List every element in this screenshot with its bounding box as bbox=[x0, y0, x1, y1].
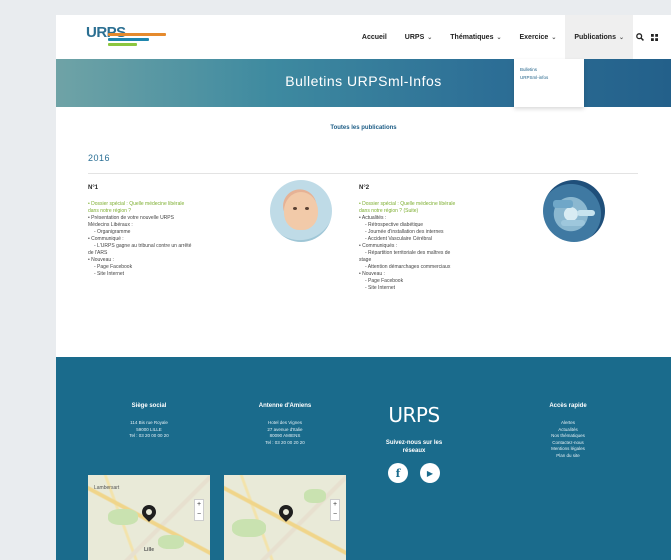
bulletin-line: - L'URPS gagne au tribunal contre un arr… bbox=[94, 243, 192, 249]
site-logo[interactable]: URPS bbox=[86, 24, 168, 50]
bulletin-line: - Journée d'installation des internes bbox=[365, 229, 444, 235]
chevron-down-icon: ⌄ bbox=[427, 34, 433, 41]
dossier-link[interactable]: • Dossier spécial : Quelle médecine libé… bbox=[88, 201, 268, 208]
bulletin-line: - Site Internet bbox=[94, 271, 125, 277]
chevron-down-icon: ⌄ bbox=[618, 34, 624, 41]
bulletin-line: • Communiqué : bbox=[88, 236, 124, 242]
main-nav: Accueil URPS ⌄ Thématiques ⌄ Exercice ⌄ Pub… bbox=[353, 15, 671, 59]
dossier-link[interactable]: • Dossier spécial : Quelle médecine libé… bbox=[359, 201, 539, 208]
dropdown-item-bulletins[interactable]: Bulletins bbox=[520, 66, 578, 74]
bulletin-2-image[interactable] bbox=[543, 180, 605, 242]
bulletin-line: - Page Facebook bbox=[365, 278, 404, 284]
bulletin-line: • Présentation de votre nouvelle URPS bbox=[88, 215, 174, 221]
bulletin-line: • Actualités : bbox=[359, 215, 387, 221]
map-city-label: Lille bbox=[144, 547, 155, 553]
all-publications-link[interactable]: Toutes les publications bbox=[56, 125, 671, 131]
map-city-label: Lambersart bbox=[94, 485, 120, 491]
map-lille[interactable]: Lambersart Lille + − bbox=[88, 475, 210, 560]
site-header: URPS Accueil URPS ⌄ Thématiques ⌄ Exercice… bbox=[56, 15, 671, 59]
facebook-icon[interactable]: f bbox=[388, 463, 408, 483]
chevron-down-icon: ⌄ bbox=[551, 34, 557, 41]
bulletin-line: - Répartition territoriale des maîtres d… bbox=[365, 250, 451, 256]
bulletin-line: de l'ARS bbox=[88, 250, 108, 256]
bulletin-line: • Nouveau : bbox=[88, 257, 114, 263]
footer-brand: URPS Suivez-nous sur les réseaux f ▶ bbox=[378, 403, 450, 483]
map-zoom-control[interactable]: + − bbox=[194, 499, 204, 521]
bulletin-line: - Attention démarchages commerciaux bbox=[365, 264, 451, 270]
footer-siege-title: Siège social bbox=[131, 403, 167, 409]
map-pin-icon bbox=[139, 502, 159, 522]
publications-dropdown: Bulletins URPSml-infos bbox=[514, 59, 584, 107]
bulletin-card-1: N°1 • Dossier spécial : Quelle médecine … bbox=[88, 185, 268, 278]
bulletin-1-image[interactable] bbox=[270, 180, 332, 242]
bulletin-summary: • Dossier spécial : Quelle médecine libé… bbox=[359, 201, 539, 292]
bulletin-line: • Nouveau : bbox=[359, 271, 385, 277]
bulletin-line: - Organigramme bbox=[94, 229, 131, 235]
menu-icon[interactable] bbox=[647, 15, 661, 59]
footer-siege: Siège social 114 Bis rue Royale 59000 LI… bbox=[94, 403, 204, 440]
phone-line: Tel : 03 20 00 00 20 bbox=[129, 433, 169, 438]
bulletin-line: - Accident Vasculaire Cérébral bbox=[365, 236, 432, 242]
search-icon[interactable] bbox=[633, 15, 647, 59]
bulletin-line: - Site Internet bbox=[365, 285, 396, 291]
youtube-icon[interactable]: ▶ bbox=[420, 463, 440, 483]
footer-quick-access: Accès rapide Alertes Actualités Nos thém… bbox=[518, 403, 618, 459]
nav-exercice[interactable]: Exercice ⌄ bbox=[511, 15, 566, 59]
quick-access-title: Accès rapide bbox=[549, 403, 587, 409]
bulletin-line: Médecins Libéraux : bbox=[88, 222, 133, 228]
footer-amiens: Antenne d'Amiens Hotel des Vignes 27 ave… bbox=[230, 403, 340, 446]
page: URPS Accueil URPS ⌄ Thématiques ⌄ Exercice… bbox=[56, 15, 671, 560]
nav-urps[interactable]: URPS ⌄ bbox=[396, 15, 441, 59]
map-zoom-control[interactable]: + − bbox=[330, 499, 340, 521]
nav-publications[interactable]: Publications ⌄ bbox=[565, 15, 633, 59]
follow-text: Suivez-nous sur les réseaux bbox=[385, 440, 443, 454]
year-heading: 2016 bbox=[88, 153, 111, 163]
chevron-down-icon: ⌄ bbox=[496, 34, 502, 41]
nav-thematiques[interactable]: Thématiques ⌄ bbox=[441, 15, 510, 59]
quick-link-plan[interactable]: Plan du site bbox=[518, 453, 618, 460]
bulletin-title[interactable]: N°1 bbox=[88, 185, 268, 192]
nav-accueil[interactable]: Accueil bbox=[353, 15, 396, 59]
footer-logo[interactable]: URPS bbox=[378, 403, 450, 427]
bulletin-title[interactable]: N°2 bbox=[359, 185, 539, 192]
dossier-link[interactable]: dans notre région ? bbox=[88, 208, 268, 215]
phone-line: Tel : 03 20 00 20 20 bbox=[265, 439, 305, 445]
bulletin-line: stage bbox=[359, 257, 372, 263]
logo-tagline-bars bbox=[108, 33, 166, 48]
social-links: f ▶ bbox=[378, 463, 450, 483]
dossier-link[interactable]: dans notre région ? (Suite) bbox=[359, 208, 539, 215]
bulletin-card-2: N°2 • Dossier spécial : Quelle médecine … bbox=[359, 185, 539, 292]
dropdown-item-urpsml-infos[interactable]: URPSml-infos bbox=[520, 74, 578, 82]
map-amiens[interactable]: + − bbox=[224, 475, 346, 560]
bulletin-line: - Rétrospective diabétique bbox=[365, 222, 424, 228]
bulletin-line: • Communiqués : bbox=[359, 243, 398, 249]
bulletin-line: - Page Facebook bbox=[94, 264, 133, 270]
bulletin-summary: • Dossier spécial : Quelle médecine libé… bbox=[88, 201, 268, 278]
divider bbox=[88, 173, 638, 174]
site-footer: Siège social 114 Bis rue Royale 59000 LI… bbox=[56, 357, 671, 560]
map-pin-icon bbox=[276, 502, 296, 522]
footer-amiens-title: Antenne d'Amiens bbox=[258, 403, 312, 409]
